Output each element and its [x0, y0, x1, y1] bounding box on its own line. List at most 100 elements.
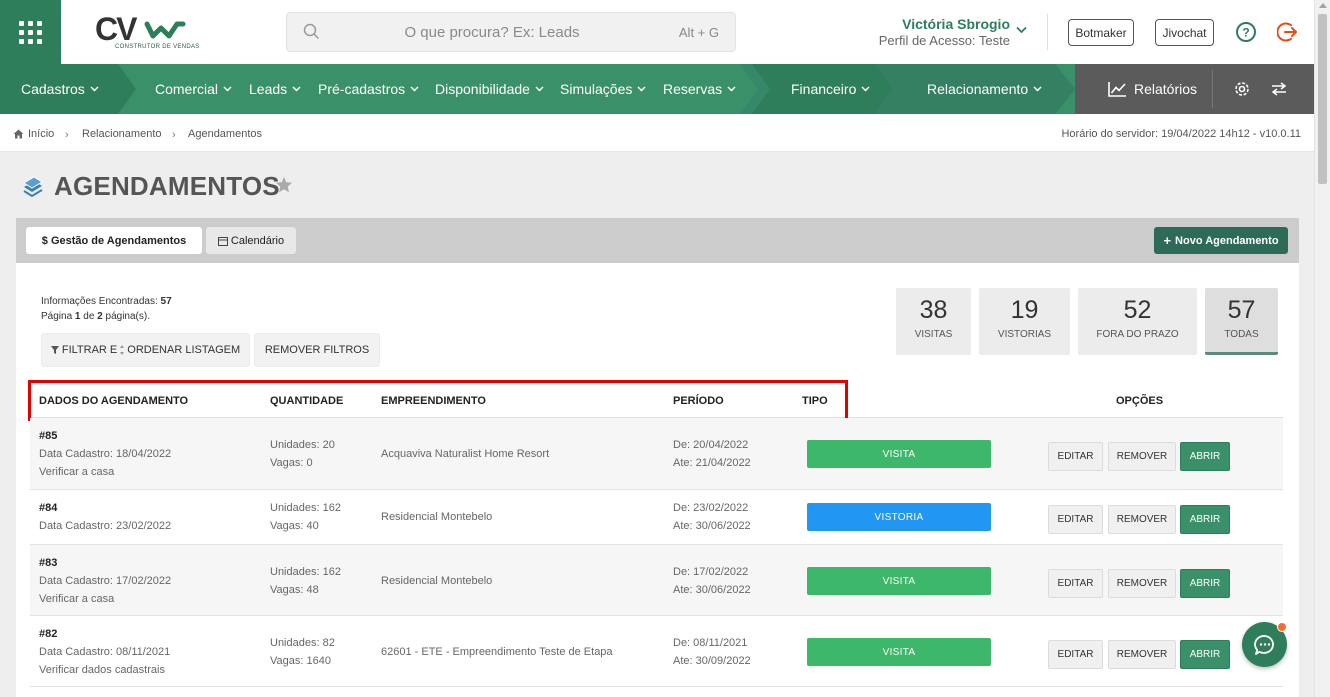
chevron-down-icon	[637, 86, 646, 92]
edit-button[interactable]: EDITAR	[1048, 505, 1103, 534]
remove-button[interactable]: REMOVER	[1108, 569, 1176, 598]
breadcrumb-relacionamento[interactable]: Relacionamento	[82, 128, 162, 140]
grid-icon	[19, 20, 42, 44]
page-prefix: Página	[41, 311, 73, 322]
nav-label: Disponibilidade	[435, 81, 530, 97]
column-header-opcoes: OPÇÕES	[1116, 395, 1164, 407]
nav-cadastros[interactable]: Cadastros	[21, 64, 99, 114]
nav-divider	[1212, 70, 1213, 108]
star-icon[interactable]	[275, 176, 293, 194]
row-data-cell: #85 Data Cadastro: 18/04/2022 Verificar …	[39, 427, 171, 481]
logout-icon[interactable]	[1277, 21, 1299, 43]
edit-button[interactable]: EDITAR	[1048, 640, 1103, 669]
open-button[interactable]: ABRIR	[1180, 505, 1230, 534]
nav-relatorios[interactable]: Relatórios	[1108, 64, 1197, 114]
page-total: 2	[97, 311, 103, 322]
results-info: Informações Encontradas: 57 Página 1 de …	[41, 294, 172, 324]
nav-disponibilidade[interactable]: Disponibilidade	[435, 64, 544, 114]
open-button[interactable]: ABRIR	[1180, 569, 1230, 598]
nav-pre-cadastros[interactable]: Pré-cadastros	[318, 64, 419, 114]
user-role: Perfil de Acesso: Teste	[878, 33, 1010, 48]
open-button[interactable]: ABRIR	[1180, 442, 1230, 471]
row-empreendimento: 62601 - ETE - Empreendimento Teste de Et…	[381, 646, 613, 658]
row-period-end: Ate: 30/06/2022	[673, 584, 751, 596]
jivochat-button[interactable]: Jivochat	[1155, 19, 1214, 46]
type-badge-visita[interactable]: VISITA	[807, 567, 991, 595]
nav-financeiro[interactable]: Financeiro	[791, 64, 870, 114]
type-badge-vistoria[interactable]: VISTORIA	[807, 503, 991, 531]
stat-fora-do-prazo[interactable]: 52 FORA DO PRAZO	[1078, 288, 1197, 355]
row-unidades: Unidades: 162	[270, 502, 341, 514]
edit-button[interactable]: EDITAR	[1048, 442, 1103, 471]
remove-filters-button[interactable]: REMOVER FILTROS	[254, 333, 380, 367]
page-scrollbar[interactable]	[1314, 0, 1330, 697]
table-row: #82 Data Cadastro: 08/11/2021 Verificar …	[30, 616, 1283, 687]
plus-icon: +	[1163, 233, 1172, 248]
row-id: #83	[39, 557, 58, 569]
stat-vistorias[interactable]: 19 VISTORIAS	[979, 288, 1070, 355]
chevron-down-icon	[410, 86, 419, 92]
botmaker-button[interactable]: Botmaker	[1068, 19, 1134, 46]
home-icon	[13, 129, 24, 139]
remove-button[interactable]: REMOVER	[1108, 640, 1176, 669]
calendar-stack-icon	[23, 176, 43, 198]
appointments-panel: $ Gestão de Agendamentos Calendário + No…	[16, 218, 1299, 697]
remove-button[interactable]: REMOVER	[1108, 442, 1176, 471]
search-input[interactable]	[327, 13, 657, 51]
stat-todas[interactable]: 57 TODAS	[1205, 288, 1278, 355]
chat-bubble-icon	[1253, 634, 1274, 655]
chevron-down-icon	[90, 86, 99, 92]
nav-simulacoes[interactable]: Simulações	[560, 64, 646, 114]
chevron-down-icon	[292, 86, 301, 92]
breadcrumb-current: Agendamentos	[188, 128, 262, 140]
chevron-down-icon[interactable]	[1016, 26, 1027, 34]
nav-label: Relacionamento	[927, 81, 1029, 97]
nav-label: Leads	[249, 81, 288, 97]
row-empreendimento: Residencial Montebelo	[381, 511, 493, 523]
row-period-start: De: 23/02/2022	[673, 502, 749, 514]
nav-label: Cadastros	[21, 81, 85, 97]
stat-label: FORA DO PRAZO	[1096, 329, 1179, 340]
type-badge-visita[interactable]: VISITA	[807, 638, 991, 666]
edit-button[interactable]: EDITAR	[1048, 569, 1103, 598]
scroll-up-arrow-icon[interactable]	[1319, 3, 1327, 8]
row-unidades: Unidades: 82	[270, 637, 335, 649]
calendar-icon	[217, 236, 228, 246]
apps-menu-button[interactable]	[0, 0, 61, 64]
row-note: Verificar a casa	[39, 593, 115, 605]
search-shortcut-hint: Alt + G	[678, 25, 719, 40]
type-badge-visita[interactable]: VISITA	[807, 440, 991, 468]
stat-value: 52	[1123, 296, 1152, 324]
stat-label: TODAS	[1224, 329, 1259, 340]
breadcrumb-home[interactable]: Início	[13, 128, 54, 140]
nav-reservas[interactable]: Reservas	[663, 64, 736, 114]
remove-button[interactable]: REMOVER	[1108, 505, 1176, 534]
help-icon[interactable]: ?	[1235, 21, 1257, 43]
nav-label: Relatórios	[1134, 81, 1198, 97]
nav-comercial[interactable]: Comercial	[155, 64, 232, 114]
row-vagas: Vagas: 0	[270, 457, 313, 469]
row-cadastro-date: Data Cadastro: 18/04/2022	[39, 448, 172, 460]
gear-icon[interactable]	[1233, 80, 1251, 98]
tab-calendario[interactable]: Calendário	[206, 227, 296, 254]
user-name: Victória Sbrogio	[902, 16, 1010, 32]
panel-header: $ Gestão de Agendamentos Calendário + No…	[16, 218, 1299, 263]
user-info[interactable]: Victória Sbrogio Perfil de Acesso: Teste	[860, 16, 1010, 48]
tab-gestao-agendamentos[interactable]: $ Gestão de Agendamentos	[26, 227, 202, 254]
row-id: #85	[39, 430, 58, 442]
nav-relacionamento[interactable]: Relacionamento	[927, 64, 1042, 114]
breadcrumb-home-label: Início	[28, 128, 55, 140]
nav-label: Pré-cadastros	[318, 81, 406, 97]
nav-leads[interactable]: Leads	[249, 64, 301, 114]
switch-arrows-icon[interactable]	[1271, 82, 1287, 96]
scroll-thumb[interactable]	[1318, 14, 1327, 184]
row-quantity-cell: Unidades: 20 Vagas: 0	[270, 436, 335, 472]
row-period-start: De: 17/02/2022	[673, 566, 749, 578]
row-period-end: Ate: 21/04/2022	[673, 457, 751, 469]
new-appointment-button[interactable]: + Novo Agendamento	[1154, 227, 1288, 254]
row-unidades: Unidades: 162	[270, 566, 341, 578]
chevron-down-icon	[727, 86, 736, 92]
stat-visitas[interactable]: 38 VISITAS	[896, 288, 971, 355]
open-button[interactable]: ABRIR	[1180, 640, 1230, 669]
filter-order-button[interactable]: FILTRAR E ORDENAR LISTAGEM	[41, 333, 250, 367]
